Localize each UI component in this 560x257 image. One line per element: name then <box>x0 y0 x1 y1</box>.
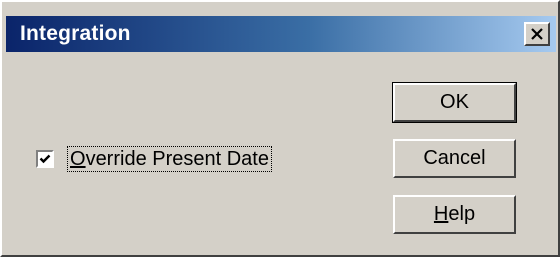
override-label-rest: verride Present Date <box>85 148 269 170</box>
checkmark-icon <box>39 154 51 164</box>
cancel-button[interactable]: Cancel <box>393 139 516 178</box>
title-bar[interactable]: Integration <box>6 16 556 52</box>
ok-button[interactable]: OK <box>392 82 517 123</box>
close-icon <box>531 28 543 40</box>
override-present-date-label[interactable]: Override Present Date <box>67 146 272 172</box>
window-title: Integration <box>20 22 131 45</box>
help-mnemonic: H <box>433 203 449 225</box>
override-present-date-option[interactable]: Override Present Date <box>36 145 272 173</box>
close-button[interactable] <box>524 22 550 46</box>
override-mnemonic: O <box>70 148 86 170</box>
help-button[interactable]: Help <box>393 195 516 234</box>
override-present-date-checkbox[interactable] <box>36 150 54 168</box>
help-label-rest: elp <box>448 203 476 225</box>
ok-button-label: OK <box>440 91 469 113</box>
cancel-button-label: Cancel <box>423 147 486 169</box>
integration-dialog: Integration Override Present Date OK Can… <box>0 0 560 257</box>
